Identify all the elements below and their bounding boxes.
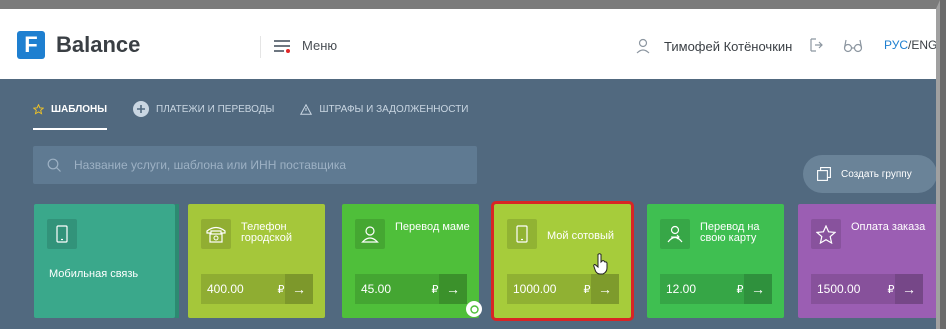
arrow-right-icon[interactable]: → (285, 274, 313, 304)
lang-eng[interactable]: ENG (911, 38, 936, 52)
template-card-order-payment[interactable]: Оплата заказа 1500.00 ₽ → (798, 204, 936, 318)
hamburger-icon (274, 39, 292, 53)
amount-value: 400.00 (207, 282, 244, 296)
amount-value: 1000.00 (513, 282, 557, 296)
menu-button[interactable]: Меню (274, 38, 337, 53)
amount-value: 12.00 (666, 282, 697, 296)
star-icon (811, 219, 841, 249)
arrow-right-icon[interactable]: → (439, 274, 467, 304)
create-group-label: Создать группу (841, 168, 912, 180)
amount-field[interactable]: 12.00 ₽ → (660, 274, 772, 304)
tab-templates-label: ШАБЛОНЫ (51, 103, 108, 115)
app-window: F Balance Меню Тимофей Котёночкин РУС/EN… (0, 0, 940, 329)
card-title: Перевод маме (395, 221, 470, 233)
template-card-landline[interactable]: Телефон городской 400.00 ₽ → (188, 204, 325, 318)
phone-icon (47, 219, 77, 249)
search-icon (47, 158, 61, 172)
tab-fines[interactable]: ШТРАФЫ И ЗАДОЛЖЕННОСТИ (300, 98, 469, 120)
tab-bar: ШАБЛОНЫ ПЛАТЕЖИ И ПЕРЕВОДЫ ШТРАФЫ И ЗАДО… (33, 98, 495, 130)
search-bar (33, 146, 477, 184)
card-edge (175, 204, 179, 318)
logo[interactable]: F Balance (17, 31, 140, 59)
amount-value: 1500.00 (817, 282, 861, 296)
tab-templates[interactable]: ШАБЛОНЫ (33, 98, 108, 130)
user-profile[interactable]: Тимофей Котёночкин (636, 38, 792, 54)
user-icon (636, 38, 650, 54)
template-card-transfer-mom[interactable]: Перевод маме 45.00 ₽ → (342, 204, 479, 318)
card-title: Мобильная связь (49, 268, 139, 280)
amount-value: 45.00 (361, 282, 392, 296)
person-icon (355, 219, 385, 249)
search-input[interactable] (74, 158, 464, 172)
card-title: Мой сотовый (547, 230, 615, 242)
create-group-button[interactable]: Создать группу (803, 155, 936, 193)
warning-icon (300, 103, 313, 115)
top-header: F Balance Меню Тимофей Котёночкин РУС/EN… (0, 9, 936, 79)
menu-label: Меню (302, 38, 338, 53)
tab-payments[interactable]: ПЛАТЕЖИ И ПЕРЕВОДЫ (133, 98, 274, 120)
arrow-right-icon[interactable]: → (895, 274, 923, 304)
template-card-my-mobile[interactable]: Мой сотовый 1000.00 ₽ → (491, 201, 634, 321)
logout-icon[interactable] (808, 37, 824, 53)
amount-field[interactable]: 45.00 ₽ → (355, 274, 467, 304)
arrow-right-icon[interactable]: → (744, 274, 772, 304)
arrow-right-icon[interactable]: → (591, 274, 619, 304)
amount-field[interactable]: 1000.00 ₽ → (507, 274, 619, 304)
amount-field[interactable]: 1500.00 ₽ → (811, 274, 923, 304)
tab-payments-label: ПЛАТЕЖИ И ПЕРЕВОДЫ (156, 103, 275, 115)
user-name: Тимофей Котёночкин (664, 38, 793, 54)
lang-rus[interactable]: РУС (884, 38, 908, 52)
language-switcher: РУС/ENG (884, 38, 936, 52)
logo-icon: F (17, 31, 45, 59)
group-icon (817, 167, 831, 181)
hand-cursor-icon (593, 253, 608, 275)
card-title: Оплата заказа (851, 221, 926, 233)
card-title: Телефон городской (241, 221, 292, 244)
template-card-mobile[interactable]: Мобильная связь (34, 204, 179, 318)
tab-fines-label: ШТРАФЫ И ЗАДОЛЖЕННОСТИ (319, 103, 469, 115)
star-icon (33, 103, 44, 115)
accessibility-glasses-icon[interactable] (843, 37, 863, 53)
header-divider (260, 36, 261, 58)
autopay-badge-icon (466, 301, 482, 317)
plus-circle-icon (133, 101, 150, 117)
amount-field[interactable]: 400.00 ₽ → (201, 274, 313, 304)
brand-name: Balance (56, 32, 141, 57)
phone-icon (507, 219, 537, 249)
landline-phone-icon (201, 219, 231, 249)
template-card-own-card-transfer[interactable]: Перевод на свою карту 12.00 ₽ → (647, 204, 784, 318)
person-transfer-icon (660, 219, 690, 249)
card-title: Перевод на свою карту (700, 221, 760, 244)
